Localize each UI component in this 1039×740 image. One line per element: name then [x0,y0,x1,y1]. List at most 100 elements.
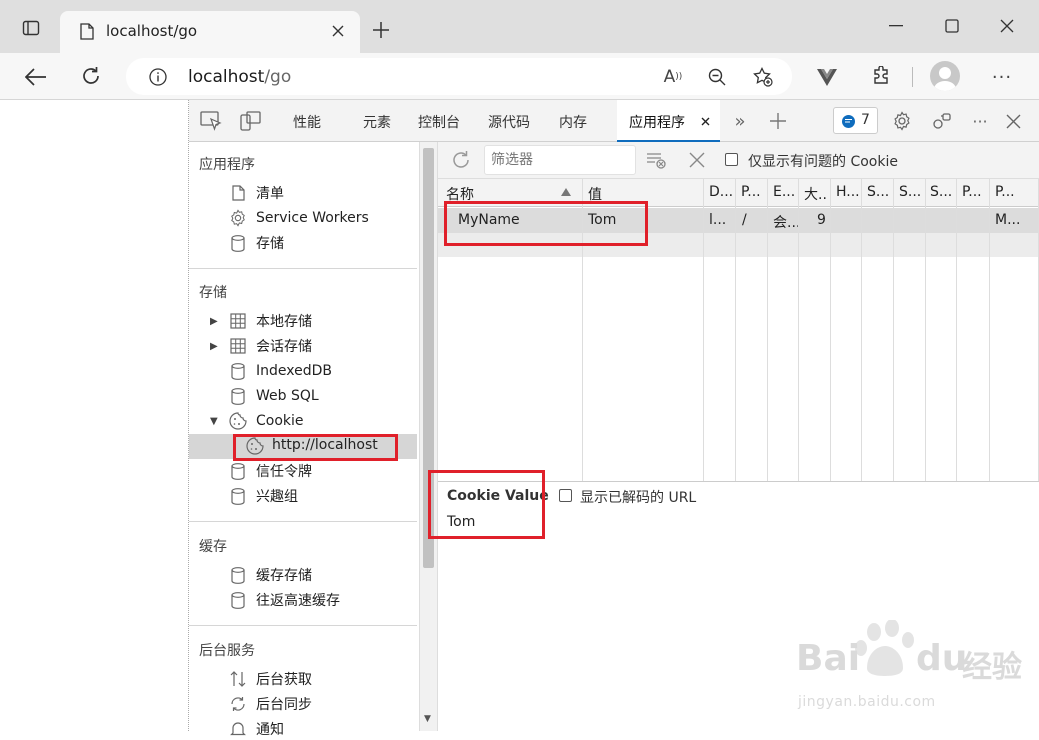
show-decoded-checkbox[interactable] [559,489,572,506]
read-aloud-icon[interactable]: A)) [662,66,684,88]
sidebar-item-interest-groups[interactable]: 兴趣组 [229,485,298,507]
column-header-size[interactable]: 大.. [804,184,832,204]
cookies-panel: 仅显示有问题的 Cookie 名称 值 D... P... E... 大.. H… [428,142,1039,731]
profile-avatar[interactable] [930,61,960,91]
sidebar-item-back-forward-cache[interactable]: 往返高速缓存 [229,589,340,611]
column-divider [767,179,768,481]
column-divider [798,179,799,481]
sidebar-item-label: 通知 [256,722,284,738]
delete-selected-icon[interactable] [686,149,708,171]
tab-sources[interactable]: 源代码 [488,112,530,132]
sidebar-item-label: 缓存存储 [256,568,312,584]
column-header-expires[interactable]: E... [773,184,801,200]
tab-console[interactable]: 控制台 [418,112,460,132]
sidebar-item-session-storage[interactable]: 会话存储 [229,335,312,357]
settings-gear-icon[interactable] [891,110,913,132]
device-emulation-icon[interactable] [239,110,263,132]
issues-count: 7 [861,112,870,128]
column-header-priority[interactable]: P... [995,184,1031,200]
tab-title: localhost/go [106,22,198,40]
sidebar-item-service-workers[interactable]: Service Workers [229,207,369,229]
dock-options-icon[interactable] [931,110,953,132]
section-divider [189,521,417,522]
section-divider [189,268,417,269]
close-devtools-icon[interactable] [1002,110,1024,132]
sidebar-item-manifest[interactable]: 清单 [229,182,284,204]
tab-application[interactable]: 应用程序 [617,100,720,142]
collapse-triangle-icon[interactable]: ▼ [210,416,218,427]
address-bar[interactable]: localhost/go A)) [126,58,792,95]
tab-memory[interactable]: 内存 [559,112,587,132]
column-header-sameparty[interactable]: S... [930,184,956,200]
sort-ascending-icon [561,188,571,196]
maximize-icon[interactable] [941,15,963,37]
column-divider [956,179,957,481]
sidebar-item-storage[interactable]: 存储 [229,232,284,254]
watermark-url: jingyan.baidu.com [798,694,936,710]
address-host: localhost [188,67,265,87]
column-header-httponly[interactable]: H... [836,184,862,200]
tab-application-label: 应用程序 [629,115,685,131]
database-icon [229,362,247,380]
close-window-icon[interactable] [996,15,1018,37]
highlight-box-cookie-row [444,201,648,246]
section-divider [189,625,417,626]
sidebar-item-indexeddb[interactable]: IndexedDB [229,360,332,382]
clear-all-icon[interactable] [645,149,669,171]
column-header-secure[interactable]: S... [867,184,893,200]
sidebar-item-background-fetch[interactable]: 后台获取 [229,668,312,690]
scroll-down-arrow-icon[interactable]: ▼ [424,714,431,724]
more-tabs-icon[interactable]: » [729,110,751,132]
database-icon [229,234,247,252]
sidebar-scrollbar[interactable]: ▼ [419,142,438,731]
add-tab-icon[interactable] [767,110,789,132]
zoom-out-icon[interactable] [706,66,728,88]
vue-extension-icon[interactable] [815,65,839,89]
expand-triangle-icon[interactable]: ▶ [210,341,218,352]
column-header-partition[interactable]: P... [962,184,988,200]
more-options-icon[interactable]: ··· [990,65,1014,89]
sidebar-item-label: 存储 [256,236,284,252]
devtools-more-icon[interactable]: ··· [969,110,991,132]
tab-elements[interactable]: 元素 [363,112,391,132]
sidebar-item-label: 往返高速缓存 [256,593,340,609]
sidebar-item-cache-storage[interactable]: 缓存存储 [229,564,312,586]
issues-button[interactable]: 7 [833,107,878,134]
filter-input[interactable] [484,145,636,175]
page-viewport [0,100,189,731]
column-divider [893,179,894,481]
column-header-path[interactable]: P... [741,184,767,200]
application-sidebar: 应用程序 清单 Service Workers 存储 存储 ▶ 本地存储 ▶ 会… [189,142,419,738]
sidebar-item-trust-tokens[interactable]: 信任令牌 [229,460,312,482]
close-tab-icon[interactable] [328,21,348,41]
sidebar-item-web-sql[interactable]: Web SQL [229,385,319,407]
sidebar-item-label: 后台获取 [256,672,312,688]
close-tab-application-icon[interactable] [699,115,711,127]
tab-performance[interactable]: 性能 [293,112,321,132]
column-header-domain[interactable]: D... [709,184,737,200]
sidebar-item-label: 后台同步 [256,697,312,713]
address-path: /go [264,67,292,87]
only-issues-label: 仅显示有问题的 Cookie [748,154,898,170]
expand-triangle-icon[interactable]: ▶ [210,316,218,327]
site-info-icon[interactable] [148,67,168,87]
sidebar-item-background-sync[interactable]: 后台同步 [229,693,312,715]
sidebar-item-local-storage[interactable]: 本地存储 [229,310,312,332]
extensions-icon[interactable] [869,64,893,88]
refresh-cookies-icon[interactable] [450,149,472,171]
refresh-icon[interactable] [79,64,103,88]
sidebar-item-label: IndexedDB [256,363,332,379]
back-icon[interactable] [24,65,48,89]
add-favorite-icon[interactable] [752,66,774,88]
address-text[interactable]: localhost/go [188,67,291,87]
sidebar-item-label: 清单 [256,186,284,202]
inspect-element-icon[interactable] [199,110,223,132]
column-header-samesite[interactable]: S... [899,184,925,200]
new-tab-icon[interactable] [370,19,392,41]
browser-tab[interactable]: localhost/go [60,11,360,53]
sidebar-item-notifications[interactable]: 通知 [229,718,284,740]
sidebar-item-cookie[interactable]: Cookie [229,410,304,432]
minimize-icon[interactable] [885,15,907,37]
tab-actions-icon[interactable] [20,17,42,39]
only-issues-checkbox[interactable] [725,153,738,170]
